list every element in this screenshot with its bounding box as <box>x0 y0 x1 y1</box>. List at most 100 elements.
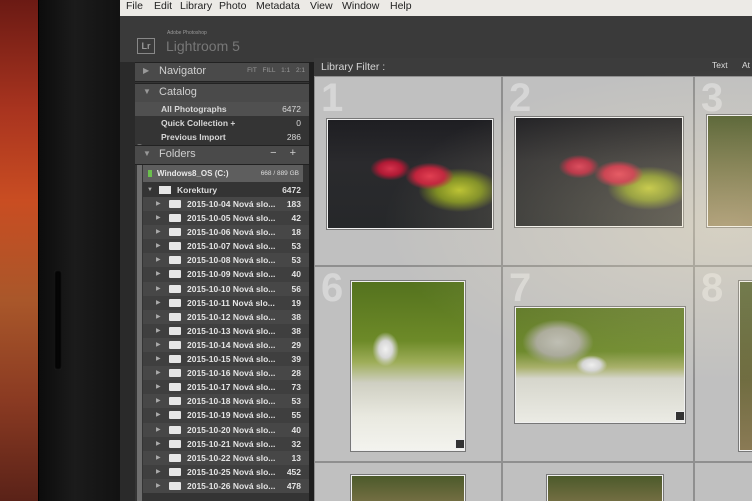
volume-row[interactable]: Windows8_OS (C:) 668 / 889 GB <box>143 165 303 182</box>
navigator-header[interactable]: ▶ Navigator FIT FILL 1:1 2:1 <box>135 62 309 82</box>
volume-size: 668 / 889 GB <box>260 170 299 177</box>
menu-library[interactable]: Library <box>180 0 212 13</box>
grid-cell[interactable]: 6 <box>314 266 502 462</box>
catalog-title: Catalog <box>159 86 197 98</box>
menu-file[interactable]: File <box>126 0 143 13</box>
grid-cell[interactable]: 8 <box>694 266 752 462</box>
folder-item[interactable]: ▶ 2015-10-13 Nová slo... 38 <box>143 323 309 338</box>
menu-view[interactable]: View <box>310 0 333 13</box>
photo-thumbnail[interactable] <box>327 119 493 229</box>
menu-photo[interactable]: Photo <box>219 0 246 13</box>
folder-item[interactable]: ▶ 2015-10-21 Nová slo... 32 <box>143 436 309 451</box>
collapse-triangle-icon[interactable]: ▶ <box>156 225 161 239</box>
grid-cell[interactable] <box>694 462 752 501</box>
catalog-all-photographs[interactable]: All Photographs 6472 <box>135 102 309 116</box>
collapse-triangle-icon[interactable]: ▶ <box>156 211 161 225</box>
menu-edit[interactable]: Edit <box>154 0 172 13</box>
cell-number: 2 <box>509 76 532 120</box>
zoom-fill[interactable]: FILL <box>263 67 276 74</box>
folder-item[interactable]: ▶ 2015-10-04 Nová slo... 183 <box>143 197 309 212</box>
photo-thumbnail[interactable] <box>515 307 685 423</box>
folder-item[interactable]: ▶ 2015-10-09 Nová slo... 40 <box>143 267 309 282</box>
grid-cell[interactable]: 1 <box>314 76 502 266</box>
photo-thumbnail[interactable] <box>739 281 752 451</box>
folder-root-korektury[interactable]: ▼ Korektury 6472 <box>143 183 309 197</box>
collapse-triangle-icon[interactable]: ▶ <box>156 380 161 394</box>
menu-metadata[interactable]: Metadata <box>256 0 300 13</box>
collapse-triangle-icon[interactable]: ▶ <box>156 465 161 479</box>
folder-item[interactable]: ▶ 2015-10-18 Nová slo... 53 <box>143 394 309 409</box>
zoom-fit[interactable]: FIT <box>247 67 257 74</box>
folders-header[interactable]: ▼ Folders − + <box>135 145 309 165</box>
collapse-triangle-icon[interactable]: ▶ <box>156 253 161 267</box>
expand-triangle-icon: ▼ <box>143 87 151 96</box>
collapse-triangle-icon[interactable]: ▶ <box>156 338 161 352</box>
collapse-triangle-icon[interactable]: ▶ <box>156 479 161 493</box>
crop-badge-icon[interactable] <box>675 411 685 421</box>
folder-item[interactable]: ▶ 2015-10-10 Nová slo... 56 <box>143 281 309 296</box>
menu-window[interactable]: Window <box>342 0 379 13</box>
folder-count: 452 <box>286 466 301 477</box>
menu-bar: File Edit Library Photo Metadata View Wi… <box>120 0 752 16</box>
photo-thumbnail[interactable] <box>547 475 663 501</box>
collapse-triangle-icon[interactable]: ▶ <box>156 267 161 281</box>
photo-thumbnail[interactable] <box>707 115 752 227</box>
folder-icon <box>169 467 181 476</box>
photo-thumbnail[interactable] <box>515 117 683 227</box>
navigator-zoom-options[interactable]: FIT FILL 1:1 2:1 <box>247 67 305 74</box>
filter-attribute-tab[interactable]: At <box>742 60 750 70</box>
folder-item[interactable]: ▶ 2015-10-26 Nová slo... 478 <box>143 478 309 493</box>
collapse-triangle-icon[interactable]: ▶ <box>156 239 161 253</box>
catalog-previous-import[interactable]: Previous Import 286 <box>135 130 309 144</box>
zoom-2-1[interactable]: 2:1 <box>296 67 305 74</box>
collapse-triangle-icon[interactable]: ▶ <box>156 437 161 451</box>
collapse-triangle-icon[interactable]: ▶ <box>156 451 161 465</box>
collapse-triangle-icon[interactable]: ▶ <box>156 366 161 380</box>
grid-cell[interactable]: 2 <box>502 76 694 266</box>
folder-count: 13 <box>291 452 301 463</box>
lightroom-logo: Lr <box>137 38 155 54</box>
zoom-1-1[interactable]: 1:1 <box>281 67 290 74</box>
grid-cell[interactable] <box>502 462 694 501</box>
collapse-triangle-icon[interactable]: ▶ <box>156 296 161 310</box>
folders-add-remove-buttons[interactable]: − + <box>270 147 301 159</box>
folder-item[interactable]: ▶ 2015-10-06 Nová slo... 18 <box>143 225 309 240</box>
folder-item[interactable]: ▶ 2015-10-16 Nová slo... 28 <box>143 366 309 381</box>
folder-item[interactable]: ▶ 2015-10-19 Nová slo... 55 <box>143 408 309 423</box>
grid-cell[interactable]: 7 <box>502 266 694 462</box>
left-panel-scrollbar[interactable] <box>137 144 142 501</box>
filter-text-tab[interactable]: Text <box>712 60 728 70</box>
catalog-header[interactable]: ▼ Catalog <box>135 83 309 103</box>
folder-item[interactable]: ▶ 2015-10-22 Nová slo... 13 <box>143 450 309 465</box>
photo-thumbnail[interactable] <box>351 281 465 451</box>
folder-item[interactable]: ▶ 2015-10-11 Nová slo... 19 <box>143 295 309 310</box>
folder-item[interactable]: ▶ 2015-10-17 Nová slo... 73 <box>143 380 309 395</box>
folder-item[interactable]: ▶ 2015-10-05 Nová slo... 42 <box>143 211 309 226</box>
collapse-triangle-icon[interactable]: ▶ <box>156 310 161 324</box>
folder-item[interactable]: ▶ 2015-10-08 Nová slo... 53 <box>143 253 309 268</box>
folder-item[interactable]: ▶ 2015-10-14 Nová slo... 29 <box>143 337 309 353</box>
collapse-triangle-icon[interactable]: ▶ <box>156 408 161 422</box>
folder-item[interactable]: ▶ 2015-10-25 Nová slo... 452 <box>143 464 309 479</box>
folder-item[interactable]: ▶ 2015-10-15 Nová slo... 39 <box>143 352 309 367</box>
menu-help[interactable]: Help <box>390 0 412 13</box>
folder-icon <box>169 425 181 434</box>
collapse-triangle-icon[interactable]: ▶ <box>156 394 161 408</box>
collapse-triangle-icon[interactable]: ▶ <box>156 324 161 338</box>
collapse-triangle-icon[interactable]: ▶ <box>156 423 161 437</box>
folder-item[interactable]: ▶ 2015-10-12 Nová slo... 38 <box>143 309 309 324</box>
grid-cell[interactable] <box>314 462 502 501</box>
folder-count: 40 <box>291 424 301 435</box>
crop-badge-icon[interactable] <box>455 439 465 449</box>
collapse-triangle-icon[interactable]: ▶ <box>156 282 161 296</box>
folder-item[interactable]: ▶ 2015-10-20 Nová slo... 40 <box>143 422 309 437</box>
catalog-quick-collection[interactable]: Quick Collection + 0 <box>135 116 309 130</box>
folder-icon <box>169 340 181 349</box>
folder-name: 2015-10-12 Nová slo... <box>187 311 276 322</box>
folder-item[interactable]: ▶ 2015-10-07 Nová slo... 53 <box>143 239 309 254</box>
folder-count: 18 <box>291 227 301 238</box>
collapse-triangle-icon[interactable]: ▶ <box>156 352 161 366</box>
collapse-triangle-icon[interactable]: ▶ <box>156 197 161 211</box>
photo-thumbnail[interactable] <box>351 475 465 501</box>
grid-cell[interactable]: 3 <box>694 76 752 266</box>
